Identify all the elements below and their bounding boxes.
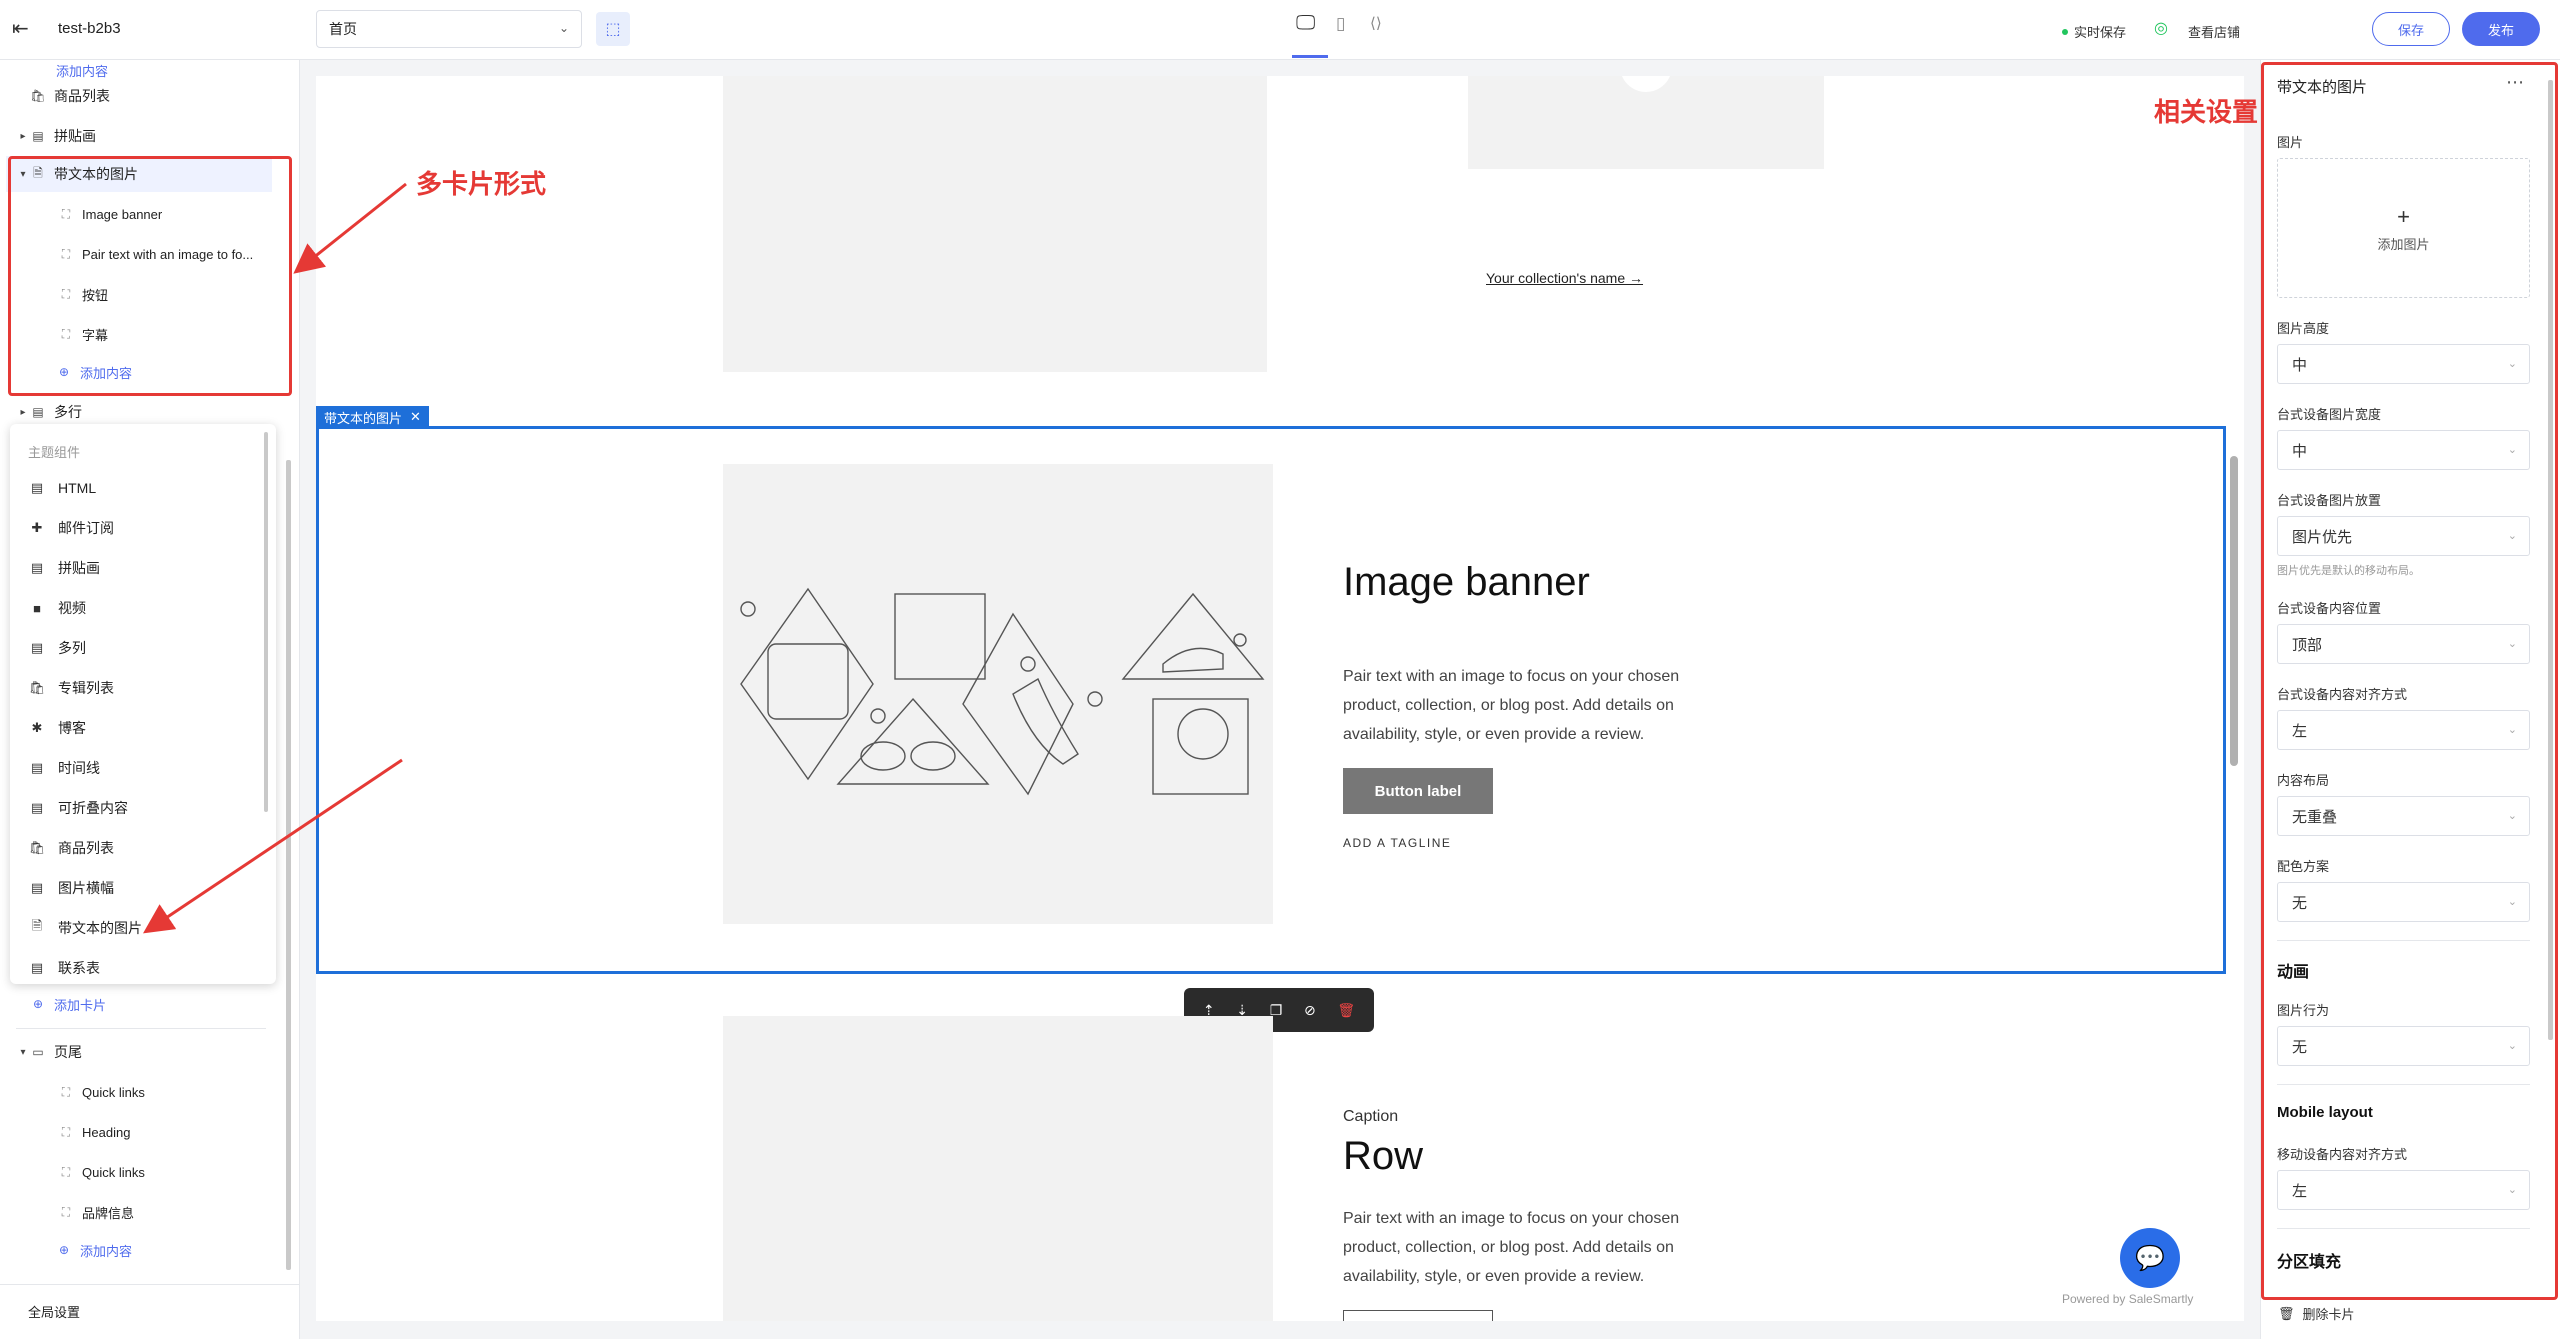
annotation-arrows	[143, 182, 407, 934]
annotation-arrow-tree	[293, 182, 407, 274]
annotation-arrow-dropdown	[143, 758, 403, 934]
